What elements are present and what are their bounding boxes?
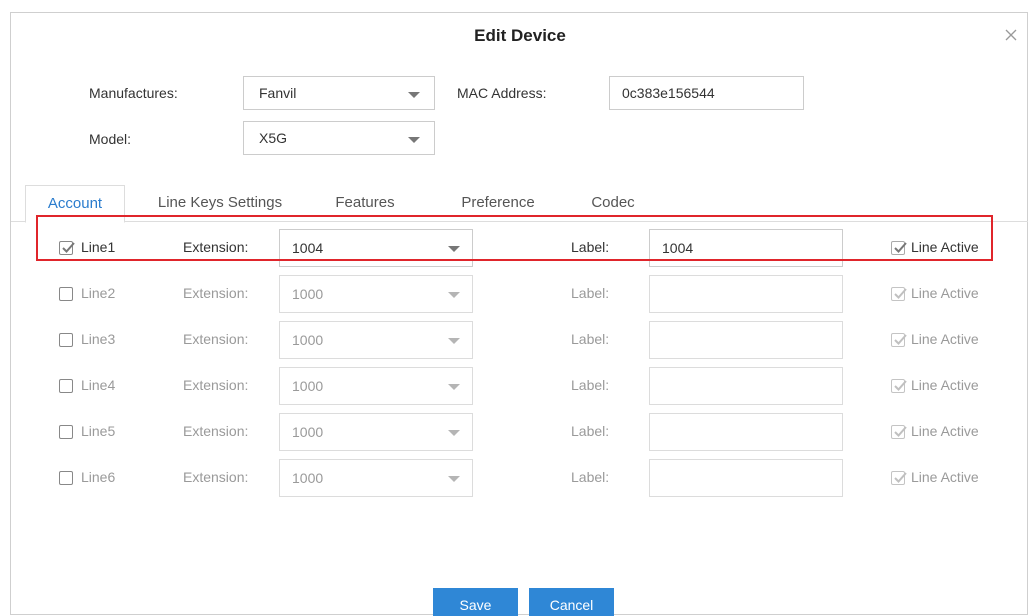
tab-account[interactable]: Account	[25, 185, 125, 223]
label-input[interactable]: 1004	[649, 229, 843, 267]
label-label: Label:	[571, 469, 610, 485]
extension-select[interactable]: 1000	[279, 367, 473, 405]
cancel-button[interactable]: Cancel	[529, 588, 614, 616]
model-value: X5G	[259, 130, 288, 146]
label-label: Label:	[571, 377, 610, 393]
mac-address-label: MAC Address:	[457, 85, 547, 101]
label-label: Label:	[571, 331, 610, 347]
line-checkbox[interactable]	[59, 241, 75, 255]
manufacturer-select[interactable]: Fanvil	[243, 76, 435, 110]
line-name: Line3	[81, 331, 116, 347]
tab-bar: Account Line Keys Settings Features Pref…	[11, 185, 1028, 223]
line-row: Line3 Extension: 1000 Label: Line Active	[11, 321, 1028, 359]
line-active-label: Line Active	[911, 331, 979, 347]
label-input[interactable]	[649, 321, 843, 359]
label-label: Label:	[571, 423, 610, 439]
line-name: Line2	[81, 285, 116, 301]
line-name: Line4	[81, 377, 116, 393]
extension-select[interactable]: 1004	[279, 229, 473, 267]
extension-label: Extension:	[183, 285, 249, 301]
manufacturer-label: Manufactures:	[89, 85, 178, 101]
extension-select[interactable]: 1000	[279, 413, 473, 451]
line-row: Line1 Extension: 1004 Label: 1004 Line A…	[11, 229, 1028, 267]
line-active-checkbox[interactable]	[891, 333, 907, 347]
line-active-label: Line Active	[911, 285, 979, 301]
model-label: Model:	[89, 131, 132, 147]
line-active-checkbox[interactable]	[891, 287, 907, 301]
extension-value: 1004	[292, 240, 324, 256]
dialog-title: Edit Device	[474, 26, 566, 45]
extension-select[interactable]: 1000	[279, 275, 473, 313]
extension-value: 1000	[292, 470, 324, 486]
line-row: Line5 Extension: 1000 Label: Line Active	[11, 413, 1028, 451]
line-active-label: Line Active	[911, 239, 979, 255]
extension-label: Extension:	[183, 469, 249, 485]
line-checkbox[interactable]	[59, 287, 73, 301]
extension-label: Extension:	[183, 377, 249, 393]
line-checkbox[interactable]	[59, 333, 73, 347]
label-value: 1004	[662, 240, 694, 256]
model-select[interactable]: X5G	[243, 121, 435, 155]
line-row: Line2 Extension: 1000 Label: Line Active	[11, 275, 1028, 313]
label-label: Label:	[571, 285, 610, 301]
line-checkbox[interactable]	[59, 425, 73, 439]
manufacturer-value: Fanvil	[259, 85, 297, 101]
tab-line-keys-settings[interactable]: Line Keys Settings	[135, 185, 305, 222]
line-name: Line1	[81, 239, 116, 255]
tab-features[interactable]: Features	[309, 185, 421, 222]
chevron-down-icon	[408, 92, 420, 98]
chevron-down-icon	[448, 476, 460, 482]
extension-value: 1000	[292, 424, 324, 440]
chevron-down-icon	[448, 338, 460, 344]
chevron-down-icon	[448, 430, 460, 436]
save-button[interactable]: Save	[433, 588, 518, 616]
chevron-down-icon	[448, 246, 460, 252]
line-row: Line6 Extension: 1000 Label: Line Active	[11, 459, 1028, 497]
chevron-down-icon	[448, 292, 460, 298]
top-strip	[0, 0, 1028, 12]
line-row: Line4 Extension: 1000 Label: Line Active	[11, 367, 1028, 405]
label-label: Label:	[571, 239, 610, 255]
edit-device-dialog: Edit Device Manufactures: Fanvil MAC Add…	[10, 12, 1028, 616]
line-active-checkbox[interactable]	[891, 471, 907, 485]
chevron-down-icon	[448, 384, 460, 390]
extension-label: Extension:	[183, 423, 249, 439]
label-input[interactable]	[649, 413, 843, 451]
line-checkbox[interactable]	[59, 471, 73, 485]
line-active-checkbox[interactable]	[891, 379, 907, 393]
line-active-checkbox[interactable]	[891, 241, 907, 255]
extension-label: Extension:	[183, 331, 249, 347]
extension-label: Extension:	[183, 239, 249, 255]
line-active-checkbox[interactable]	[891, 425, 907, 439]
tab-codec[interactable]: Codec	[573, 185, 653, 222]
extension-select[interactable]: 1000	[279, 459, 473, 497]
line-name: Line6	[81, 469, 116, 485]
label-input[interactable]	[649, 367, 843, 405]
line-active-label: Line Active	[911, 377, 979, 393]
line-active-label: Line Active	[911, 469, 979, 485]
line-checkbox[interactable]	[59, 379, 73, 393]
line-active-label: Line Active	[911, 423, 979, 439]
tab-preference[interactable]: Preference	[443, 185, 553, 222]
line-name: Line5	[81, 423, 116, 439]
close-icon[interactable]	[1001, 25, 1021, 45]
mac-address-input[interactable]: 0c383e156544	[609, 76, 804, 110]
extension-select[interactable]: 1000	[279, 321, 473, 359]
extension-value: 1000	[292, 378, 324, 394]
mac-address-value: 0c383e156544	[622, 85, 715, 101]
extension-value: 1000	[292, 286, 324, 302]
label-input[interactable]	[649, 275, 843, 313]
chevron-down-icon	[408, 137, 420, 143]
label-input[interactable]	[649, 459, 843, 497]
extension-value: 1000	[292, 332, 324, 348]
